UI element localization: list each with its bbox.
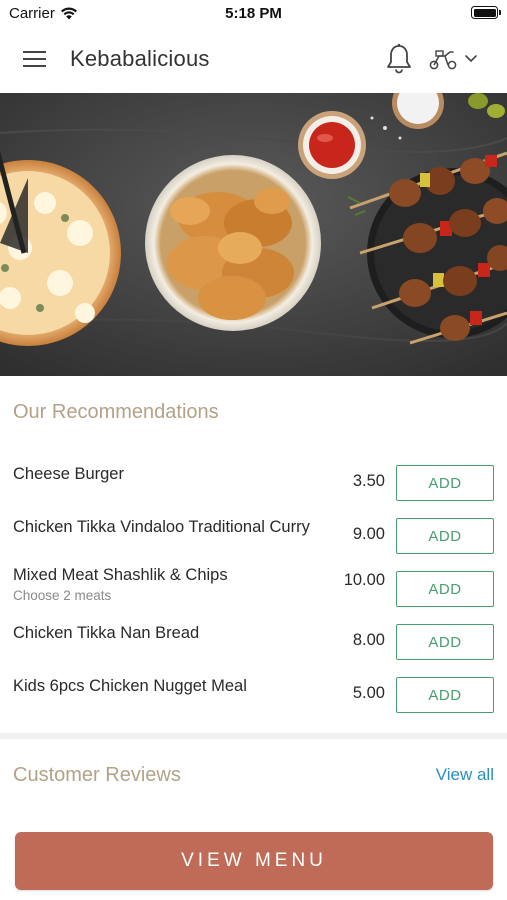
hamburger-menu-icon (23, 51, 46, 67)
item-price: 10.00 (343, 571, 385, 589)
item-price: 8.00 (352, 631, 385, 649)
list-item: Mixed Meat Shashlik & Chips Choose 2 mea… (0, 561, 507, 614)
scooter-icon (429, 50, 457, 70)
list-item: Chicken Tikka Vindaloo Traditional Curry… (0, 508, 507, 561)
item-name: Kids 6pcs Chicken Nugget Meal (13, 677, 247, 695)
item-price: 9.00 (352, 525, 385, 543)
ketchup-dish-image (298, 111, 366, 179)
bell-icon (387, 43, 411, 74)
fried-chicken-bowl-image (145, 155, 321, 331)
add-to-basket-button[interactable]: ADD (396, 518, 494, 554)
chevron-down-icon (465, 55, 477, 63)
list-item: Kids 6pcs Chicken Nugget Meal 5.00 ADD (0, 667, 507, 720)
item-price: 5.00 (352, 684, 385, 702)
view-menu-button[interactable]: VIEW MENU (15, 832, 493, 890)
status-time: 5:18 PM (225, 5, 282, 22)
delivery-mode-selector[interactable] (428, 44, 494, 74)
item-name: Chicken Tikka Vindaloo Traditional Curry (13, 518, 310, 536)
item-name: Cheese Burger (13, 465, 124, 483)
add-to-basket-button[interactable]: ADD (396, 677, 494, 713)
item-name: Mixed Meat Shashlik & Chips (13, 566, 228, 584)
recommendations-heading: Our Recommendations (13, 401, 219, 423)
section-divider (0, 733, 507, 739)
view-all-reviews-link[interactable]: View all (436, 765, 494, 785)
item-subtitle: Choose 2 meats (13, 588, 112, 603)
reviews-heading: Customer Reviews (13, 764, 181, 786)
status-bar: Carrier 5:18 PM (0, 0, 507, 26)
hero-food-image (0, 93, 507, 376)
add-to-basket-button[interactable]: ADD (396, 571, 494, 607)
add-to-basket-button[interactable]: ADD (396, 465, 494, 501)
item-name: Chicken Tikka Nan Bread (13, 624, 200, 642)
menu-button[interactable] (18, 46, 54, 74)
list-item: Chicken Tikka Nan Bread 8.00 ADD (0, 614, 507, 667)
hero-illustration (0, 93, 507, 376)
list-item: Cheese Burger 3.50 ADD (0, 455, 507, 508)
item-price: 3.50 (352, 472, 385, 490)
app-title: Kebabalicious (70, 46, 210, 71)
nav-header: Kebabalicious (0, 26, 507, 93)
recommendations-list: Cheese Burger 3.50 ADD Chicken Tikka Vin… (0, 455, 507, 720)
notifications-button[interactable] (383, 42, 415, 76)
add-to-basket-button[interactable]: ADD (396, 624, 494, 660)
battery-icon (471, 6, 501, 19)
